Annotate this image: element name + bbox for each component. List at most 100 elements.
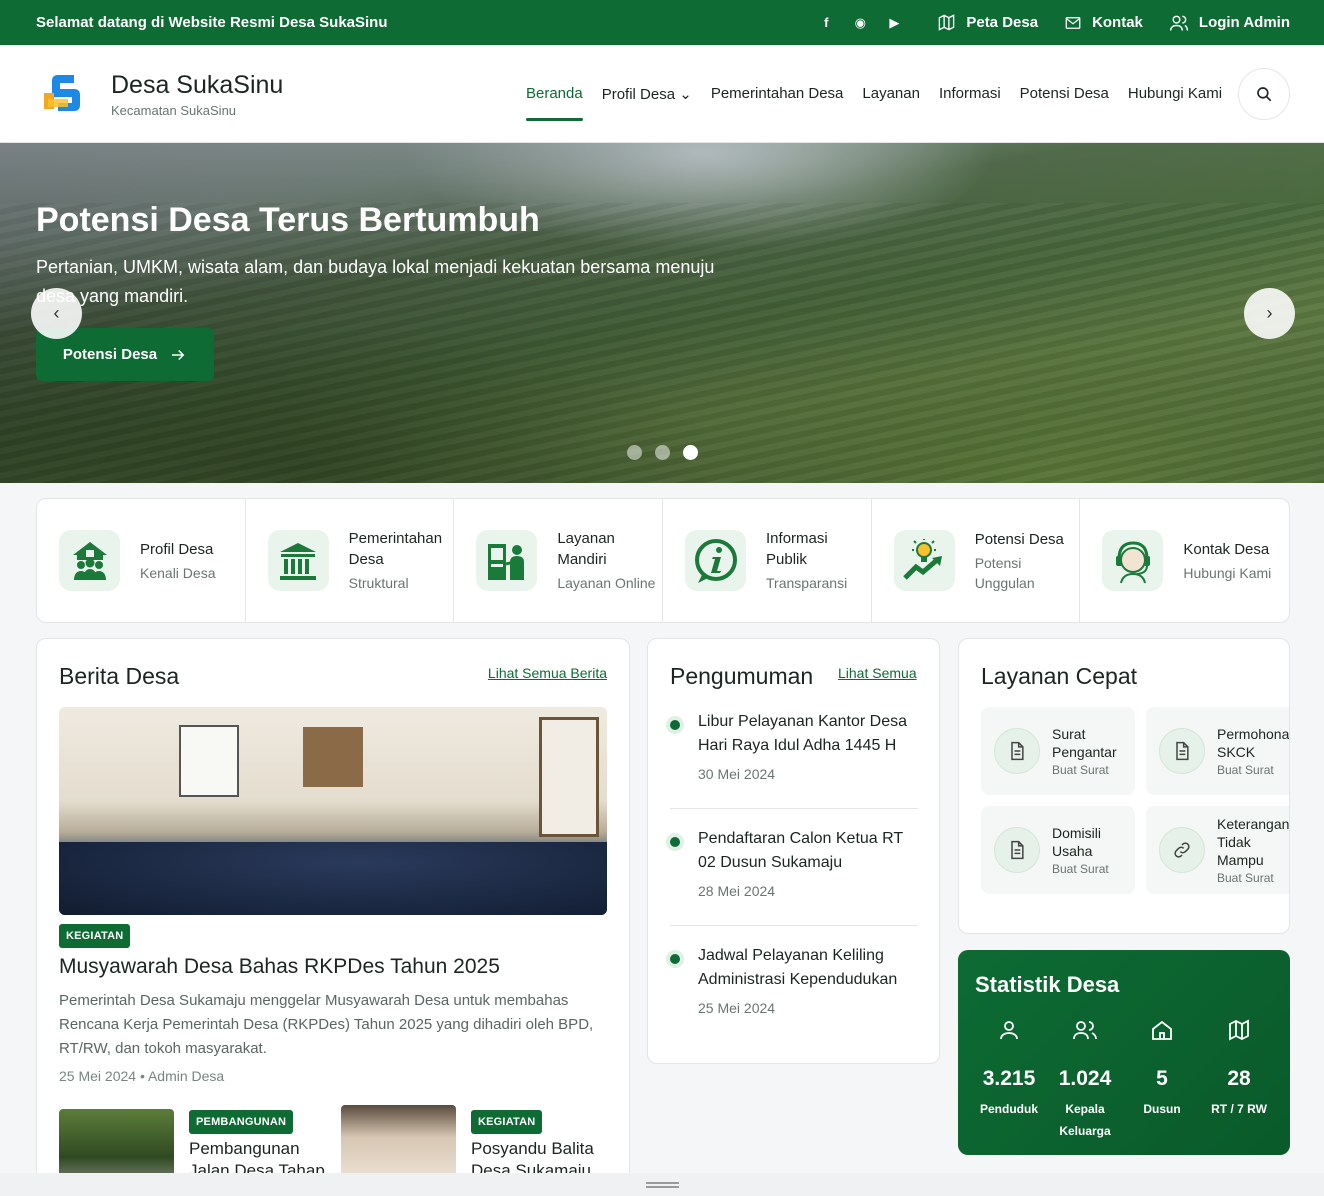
service-surat-pengantar[interactable]: Surat Pengantar Buat Surat	[981, 707, 1135, 795]
site-header: Desa SukaSinu Kecamatan SukaSinu Beranda…	[0, 45, 1324, 143]
bullet-dot-icon	[670, 954, 680, 964]
search-button[interactable]	[1238, 68, 1290, 120]
slide-dot-3[interactable]	[683, 445, 698, 460]
stat-dusun: 5 Dusun	[1123, 1018, 1201, 1120]
quick-item-subtitle: Potensi Unggulan	[974, 554, 1035, 591]
announcement-date: 28 Mei 2024	[698, 883, 776, 899]
nav-informasi[interactable]: Informasi	[939, 85, 1001, 103]
quick-menu: Profil Desa Kenali Desa Pemerintahan Des…	[36, 498, 1290, 623]
map-icon	[939, 14, 955, 31]
chevron-left-icon: ‹	[53, 303, 60, 323]
nav-hubungi-kami[interactable]: Hubungi Kami	[1128, 85, 1222, 103]
instagram-icon[interactable]: ◉	[843, 15, 877, 31]
quick-services-card: Layanan Cepat Surat Pengantar Buat Surat…	[958, 638, 1290, 934]
nav-pemerintahan-desa[interactable]: Pemerintahan Desa	[711, 85, 844, 103]
news-meta: 25 Mei 2024 • Admin Desa	[59, 1068, 225, 1084]
chevron-right-icon: ›	[1266, 303, 1273, 323]
chevron-down-icon: ⌄	[679, 86, 692, 103]
mail-icon	[1065, 16, 1081, 29]
announcements-title: Pengumuman	[670, 663, 814, 689]
quick-item-kontak-desa[interactable]: Kontak Desa Hubungi Kami	[1080, 499, 1289, 622]
service-subtitle: Buat Surat	[1052, 862, 1109, 876]
slide-dot-1[interactable]	[627, 445, 642, 460]
hero-slider: Potensi Desa Terus Bertumbuh Pertanian, …	[0, 143, 1324, 483]
info-icon	[685, 530, 747, 591]
news-main-image[interactable]	[59, 707, 607, 915]
quick-item-subtitle: Hubungi Kami	[1183, 564, 1272, 581]
announcements-card: Pengumuman Lihat Semua Libur Pelayanan K…	[647, 638, 940, 1064]
nav-profil-desa-label: Profil Desa	[601, 86, 676, 103]
bullet-dot-icon	[670, 720, 680, 730]
news-title: Berita Desa	[59, 663, 180, 689]
person-icon	[1000, 1021, 1018, 1040]
stat-kepala-keluarga: 1.024 Kepala Keluarga	[1046, 1018, 1124, 1142]
document-icon	[994, 728, 1040, 774]
service-name: Domisili Usaha	[1052, 825, 1101, 859]
quick-item-pemerintahan-desa[interactable]: Pemerintahan Desa Struktural	[246, 499, 455, 622]
document-icon	[994, 827, 1040, 873]
divider	[670, 925, 918, 926]
announcement-item[interactable]: Pendaftaran Calon Ketua RT 02 Dusun Suka…	[670, 827, 918, 899]
stat-value: 3.215	[982, 1067, 1036, 1090]
quick-item-potensi-desa[interactable]: Potensi Desa Potensi Unggulan	[872, 499, 1081, 622]
link-icon	[1159, 827, 1205, 873]
nav-layanan[interactable]: Layanan	[862, 85, 920, 103]
site-title[interactable]: Desa SukaSinu	[111, 71, 283, 100]
kontak-link[interactable]: Kontak	[1064, 14, 1143, 32]
announcement-date: 30 Mei 2024	[698, 766, 776, 782]
window	[539, 717, 599, 837]
see-all-news-link[interactable]: Lihat Semua Berita	[488, 665, 607, 681]
nav-beranda[interactable]: Beranda	[526, 85, 583, 121]
desa-logo[interactable]	[38, 69, 88, 119]
hero-next-button[interactable]: ›	[1244, 288, 1295, 339]
search-icon	[1257, 87, 1272, 102]
service-keterangan-tidak-mampu[interactable]: Keterangan Tidak Mampu Buat Surat	[1146, 806, 1289, 894]
nav-potensi-desa[interactable]: Potensi Desa	[1020, 85, 1109, 103]
youtube-icon[interactable]: ▶	[877, 15, 911, 31]
quick-item-subtitle: Struktural	[348, 575, 409, 591]
quick-item-informasi-publik[interactable]: Informasi Publik Transparansi	[663, 499, 872, 622]
stat-label: Dusun	[1143, 1102, 1181, 1116]
quick-item-title: Potensi Desa	[974, 530, 1064, 548]
service-permohonan-skck[interactable]: Permohonan SKCK Buat Surat	[1146, 707, 1290, 795]
quick-item-layanan-mandiri[interactable]: Layanan Mandiri Layanan Online	[454, 499, 664, 622]
news-category-badge: PEMBANGUNAN	[189, 1110, 294, 1134]
hero-prev-button[interactable]: ‹	[31, 288, 82, 339]
login-admin-link[interactable]: Login Admin	[1169, 13, 1290, 33]
quick-item-title: Kontak Desa	[1183, 540, 1270, 558]
hero-title: Potensi Desa Terus Bertumbuh	[36, 201, 540, 239]
nav-profil-desa[interactable]: Profil Desa ⌄	[602, 85, 692, 103]
facebook-icon[interactable]: f	[809, 15, 843, 30]
news-headline[interactable]: Musyawarah Desa Bahas RKPDes Tahun 2025	[59, 955, 500, 979]
news-category-badge: KEGIATAN	[471, 1110, 543, 1134]
site-subtitle: Kecamatan SukaSinu	[111, 103, 237, 118]
peta-desa-link[interactable]: Peta Desa	[937, 13, 1038, 32]
wall-board	[303, 727, 363, 787]
announcement-item[interactable]: Libur Pelayanan Kantor Desa Hari Raya Id…	[670, 710, 918, 782]
bullet-dot-icon	[670, 837, 680, 847]
headset-icon	[1102, 530, 1164, 591]
quick-item-profil-desa[interactable]: Profil Desa Kenali Desa	[37, 499, 246, 622]
quick-item-subtitle: Kenali Desa	[140, 564, 216, 581]
map-icon	[1229, 1019, 1249, 1041]
stat-value: 28	[1227, 1067, 1251, 1090]
peta-desa-label: Peta Desa	[966, 14, 1039, 31]
announcement-title: Jadwal Pelayanan Keliling Administrasi K…	[698, 947, 898, 988]
news-card: Berita Desa Lihat Semua Berita KEGIATAN …	[36, 638, 630, 1196]
hero-pagination	[627, 445, 698, 460]
home-icon	[1152, 1020, 1172, 1040]
resize-handle-icon[interactable]	[646, 1182, 679, 1188]
service-domisili-usaha[interactable]: Domisili Usaha Buat Surat	[981, 806, 1135, 894]
service-name: Permohonan SKCK	[1217, 726, 1290, 760]
audience	[59, 842, 607, 915]
announcement-item[interactable]: Jadwal Pelayanan Keliling Administrasi K…	[670, 944, 918, 1016]
quick-item-title: Pemerintahan Desa	[348, 530, 443, 568]
service-subtitle: Buat Surat	[1217, 871, 1274, 885]
quick-item-subtitle: Layanan Online	[557, 575, 656, 591]
stat-label: RT / 7 RW	[1211, 1102, 1267, 1116]
slide-dot-2[interactable]	[655, 445, 670, 460]
family-icon	[1073, 1021, 1097, 1040]
announcement-date: 25 Mei 2024	[698, 1000, 776, 1016]
see-all-announcements-link[interactable]: Lihat Semua	[838, 665, 917, 681]
quick-item-title: Layanan Mandiri	[557, 530, 615, 568]
